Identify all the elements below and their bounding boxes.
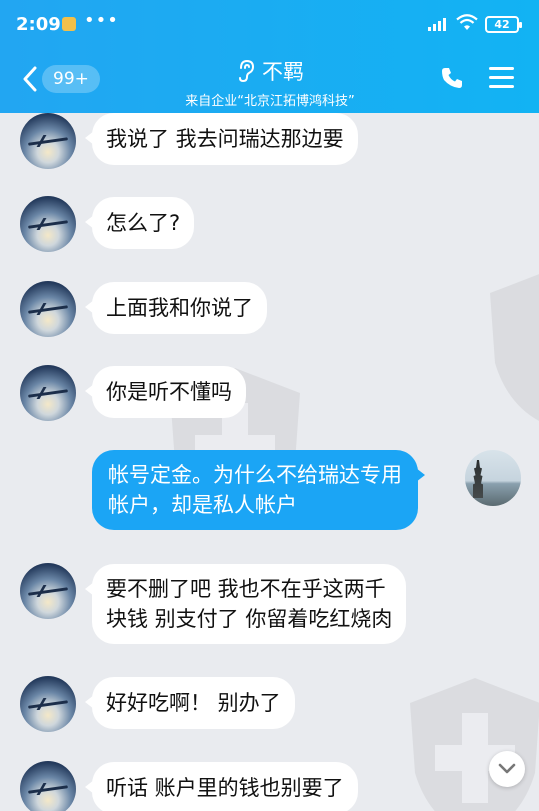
message-bubble-incoming[interactable]: 好好吃啊！ 别办了: [85, 677, 295, 729]
message-bubble-outgoing[interactable]: 帐号定金。为什么不给瑞达专用 帐户，却是私人帐户: [92, 450, 425, 530]
contact-avatar[interactable]: [20, 365, 76, 421]
chevron-left-icon[interactable]: [22, 66, 38, 92]
shield-watermark-icon: [410, 678, 539, 811]
contact-name: 不羁: [262, 60, 304, 84]
contact-avatar[interactable]: [20, 281, 76, 337]
my-avatar[interactable]: [465, 450, 521, 506]
status-bar: 2:09 ••• 42: [0, 8, 539, 40]
message-bubble-incoming[interactable]: 上面我和你说了: [85, 282, 267, 334]
status-time: 2:09: [16, 14, 61, 35]
contact-avatar[interactable]: [20, 113, 76, 169]
contact-avatar[interactable]: [20, 676, 76, 732]
battery-icon: 42: [485, 16, 522, 33]
contact-subtitle: 来自企业“北京江拓博鸿科技”: [185, 94, 355, 109]
wifi-icon: [456, 14, 478, 30]
chevron-down-icon[interactable]: [489, 751, 525, 787]
shield-watermark-icon: [490, 274, 539, 422]
message-bubble-incoming[interactable]: 我说了 我去问瑞达那边要: [85, 113, 358, 165]
ear-icon[interactable]: [236, 59, 256, 83]
chat-header: 2:09 ••• 42 99+ 不羁 来自企业“北京江拓博鸿科技”: [0, 0, 539, 113]
signal-icon: [428, 18, 446, 31]
chat-title: 不羁 来自企业“北京江拓博鸿科技”: [160, 56, 380, 109]
contact-avatar[interactable]: [20, 196, 76, 252]
message-bubble-incoming[interactable]: 听话 账户里的钱也别要了: [85, 762, 358, 811]
message-list[interactable]: 我说了 我去问瑞达那边要 怎么了? 上面我和你说了 你是听不懂吗 帐号定金。为什…: [0, 113, 539, 811]
app-notification-icon: [62, 17, 76, 31]
pagoda-image: [473, 460, 483, 498]
contact-avatar[interactable]: [20, 563, 76, 619]
unread-count-badge[interactable]: 99+: [42, 65, 100, 93]
contact-avatar[interactable]: [20, 761, 76, 811]
message-bubble-incoming[interactable]: 怎么了?: [84, 197, 195, 249]
message-bubble-incoming[interactable]: 要不删了吧 我也不在乎这两千 块钱 别支付了 你留着吃红烧肉: [84, 564, 407, 644]
hamburger-menu-icon[interactable]: [489, 67, 514, 89]
phone-icon[interactable]: [440, 66, 464, 90]
message-bubble-incoming[interactable]: 你是听不懂吗: [85, 366, 246, 418]
more-notifications-icon: •••: [84, 10, 119, 31]
